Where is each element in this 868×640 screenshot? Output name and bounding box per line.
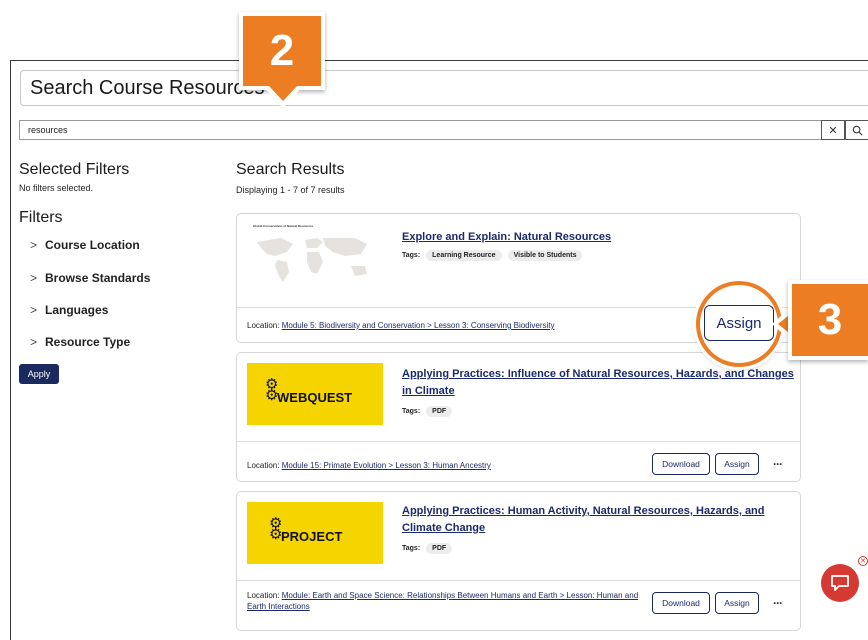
- location-line: Location: Module: Earth and Space Scienc…: [247, 590, 647, 612]
- selected-filters-heading: Selected Filters: [19, 161, 130, 178]
- close-icon: ✕: [828, 124, 838, 137]
- filter-browse-standards[interactable]: > Browse Standards: [30, 271, 150, 285]
- chat-icon: [831, 575, 849, 591]
- filter-label: Languages: [45, 303, 109, 317]
- thumbnail-label: PROJECT: [281, 529, 343, 544]
- step-2-callout: 2: [239, 12, 325, 90]
- result-title-link[interactable]: Applying Practices: Human Activity, Natu…: [402, 503, 797, 537]
- result-title-link[interactable]: Applying Practices: Influence of Natural…: [402, 366, 797, 400]
- result-title-link[interactable]: Explore and Explain: Natural Resources: [402, 229, 797, 246]
- no-filters-text: No filters selected.: [19, 183, 94, 193]
- search-input[interactable]: [19, 120, 822, 140]
- divider: [237, 580, 800, 581]
- filter-label: Course Location: [45, 238, 140, 252]
- project-thumbnail[interactable]: ⚙ ⚙ PROJECT: [247, 502, 383, 564]
- webquest-thumbnail[interactable]: ⚙ ⚙ WEBQUEST: [247, 363, 383, 425]
- chevron-right-icon: >: [30, 271, 38, 285]
- tags-row: Tags: PDF: [402, 406, 453, 417]
- step-3-callout: 3: [788, 280, 868, 360]
- location-line: Location: Module 5: Biodiversity and Con…: [247, 320, 555, 331]
- download-button[interactable]: Download: [652, 592, 710, 614]
- chevron-right-icon: >: [30, 303, 38, 317]
- tag-badge: PDF: [426, 543, 453, 554]
- tags-label: Tags:: [402, 408, 421, 415]
- chevron-right-icon: >: [30, 335, 38, 349]
- filter-label: Resource Type: [45, 335, 131, 349]
- tags-label: Tags:: [402, 545, 421, 552]
- location-line: Location: Module 15: Primate Evolution >…: [247, 460, 491, 471]
- tags-row: Tags: Learning Resource Visible to Stude…: [402, 250, 583, 261]
- results-count: Displaying 1 - 7 of 7 results: [236, 185, 345, 195]
- page-title: Search Course Resources: [30, 77, 265, 99]
- download-button[interactable]: Download: [652, 453, 710, 475]
- filter-label: Browse Standards: [45, 271, 151, 285]
- clear-search-button[interactable]: ✕: [821, 120, 845, 140]
- search-icon: [852, 125, 862, 135]
- result-card: ⚙ ⚙ WEBQUEST Applying Practices: Influenc…: [236, 352, 801, 482]
- assign-button[interactable]: Assign: [715, 453, 759, 475]
- tags-row: Tags: PDF: [402, 543, 453, 554]
- result-card: ⚙ ⚙ PROJECT Applying Practices: Human Act…: [236, 491, 801, 631]
- chevron-right-icon: >: [30, 238, 38, 252]
- location-link[interactable]: Module 5: Biodiversity and Conservation …: [282, 321, 555, 330]
- filter-languages[interactable]: > Languages: [30, 303, 108, 317]
- tag-badge: PDF: [426, 406, 453, 417]
- more-options-icon[interactable]: ···: [773, 457, 783, 471]
- divider: [237, 441, 800, 442]
- tag-badge: Visible to Students: [507, 250, 583, 261]
- thumbnail-label: WEBQUEST: [277, 390, 353, 405]
- location-link[interactable]: Module: Earth and Space Science: Relatio…: [247, 591, 638, 611]
- assign-button[interactable]: Assign: [715, 592, 759, 614]
- world-map-thumbnail[interactable]: Global Conservation of Natural Resources: [247, 224, 383, 286]
- apply-button[interactable]: Apply: [19, 364, 59, 384]
- assign-button[interactable]: Assign: [704, 305, 774, 341]
- world-map-icon: [257, 238, 367, 282]
- close-icon[interactable]: ✕: [858, 556, 868, 566]
- filters-heading: Filters: [19, 209, 63, 226]
- more-options-icon[interactable]: ···: [773, 596, 783, 610]
- filter-course-location[interactable]: > Course Location: [30, 238, 140, 252]
- callout-pointer-icon: [263, 86, 303, 108]
- search-button[interactable]: [845, 120, 868, 140]
- location-label: Location:: [247, 321, 280, 330]
- location-label: Location:: [247, 461, 280, 470]
- chat-button[interactable]: [821, 564, 859, 602]
- search-results-heading: Search Results: [236, 161, 345, 178]
- filter-resource-type[interactable]: > Resource Type: [30, 335, 130, 349]
- location-label: Location:: [247, 591, 280, 600]
- location-link[interactable]: Module 15: Primate Evolution > Lesson 3:…: [282, 461, 491, 470]
- tags-label: Tags:: [402, 252, 421, 259]
- tag-badge: Learning Resource: [426, 250, 502, 261]
